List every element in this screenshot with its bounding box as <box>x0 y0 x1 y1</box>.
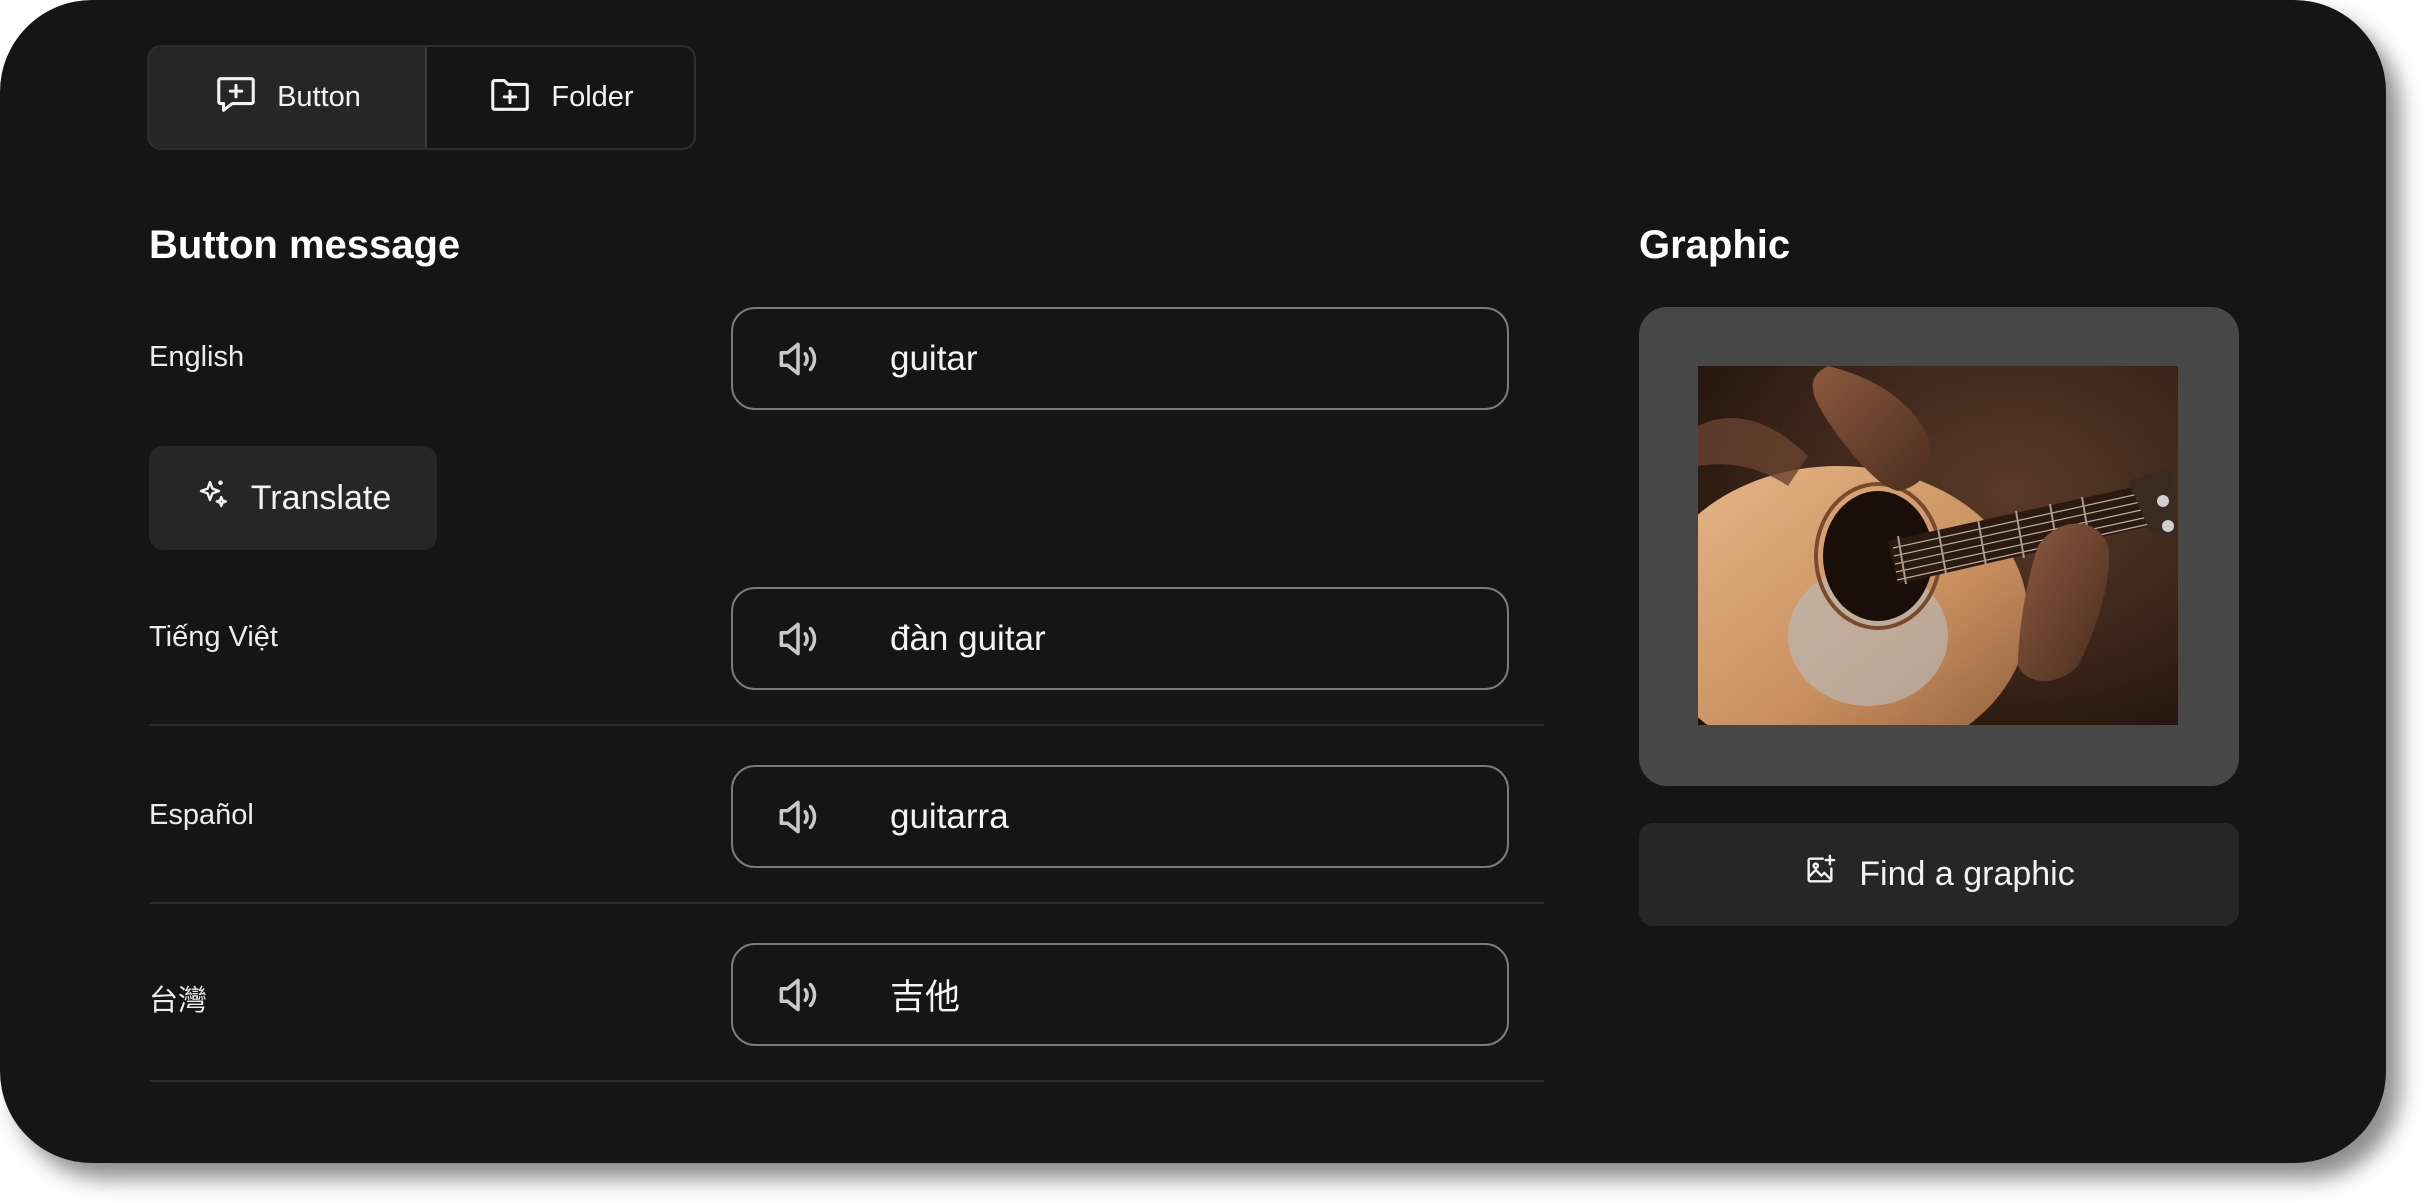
folder-plus-icon <box>487 71 533 125</box>
translate-button-label: Translate <box>250 478 392 517</box>
sparkles-icon <box>195 476 231 521</box>
speaker-icon[interactable] <box>773 334 823 384</box>
tab-folder[interactable]: Folder <box>427 47 694 148</box>
tab-button[interactable]: Button <box>149 47 427 148</box>
language-label: Tiếng Việt <box>149 621 278 653</box>
word-field-spanish[interactable]: guitarra <box>731 765 1509 868</box>
find-graphic-button[interactable]: Find a graphic <box>1639 823 2239 926</box>
row-divider <box>149 724 1544 726</box>
row-divider <box>149 1080 1544 1082</box>
speaker-icon[interactable] <box>773 792 823 842</box>
type-segmented-control: Button Folder <box>147 45 696 150</box>
language-label: 台灣 <box>149 985 208 1017</box>
tab-folder-label: Folder <box>551 81 634 113</box>
word-text: 吉他 <box>890 978 961 1017</box>
word-text: guitar <box>890 338 978 378</box>
word-text: đàn guitar <box>890 618 1046 658</box>
tab-button-label: Button <box>277 81 361 113</box>
graphic-preview[interactable] <box>1639 307 2239 786</box>
translate-button[interactable]: Translate <box>149 446 437 550</box>
speaker-icon[interactable] <box>773 614 823 664</box>
guitar-photo <box>1698 366 2178 725</box>
speaker-icon[interactable] <box>773 970 823 1020</box>
word-field-english[interactable]: guitar <box>731 307 1509 410</box>
graphic-heading: Graphic <box>1639 223 1791 267</box>
language-label: Español <box>149 799 254 831</box>
message-plus-icon <box>213 71 259 125</box>
word-text: guitarra <box>890 796 1009 836</box>
language-label: English <box>149 341 245 373</box>
row-divider <box>149 902 1544 904</box>
app-window: Button Folder Button message English gui… <box>0 0 2386 1163</box>
word-field-taiwan[interactable]: 吉他 <box>731 943 1509 1046</box>
word-field-vietnamese[interactable]: đàn guitar <box>731 587 1509 690</box>
image-plus-icon <box>1803 853 1837 896</box>
find-graphic-label: Find a graphic <box>1859 855 2075 893</box>
button-message-heading: Button message <box>149 223 461 267</box>
